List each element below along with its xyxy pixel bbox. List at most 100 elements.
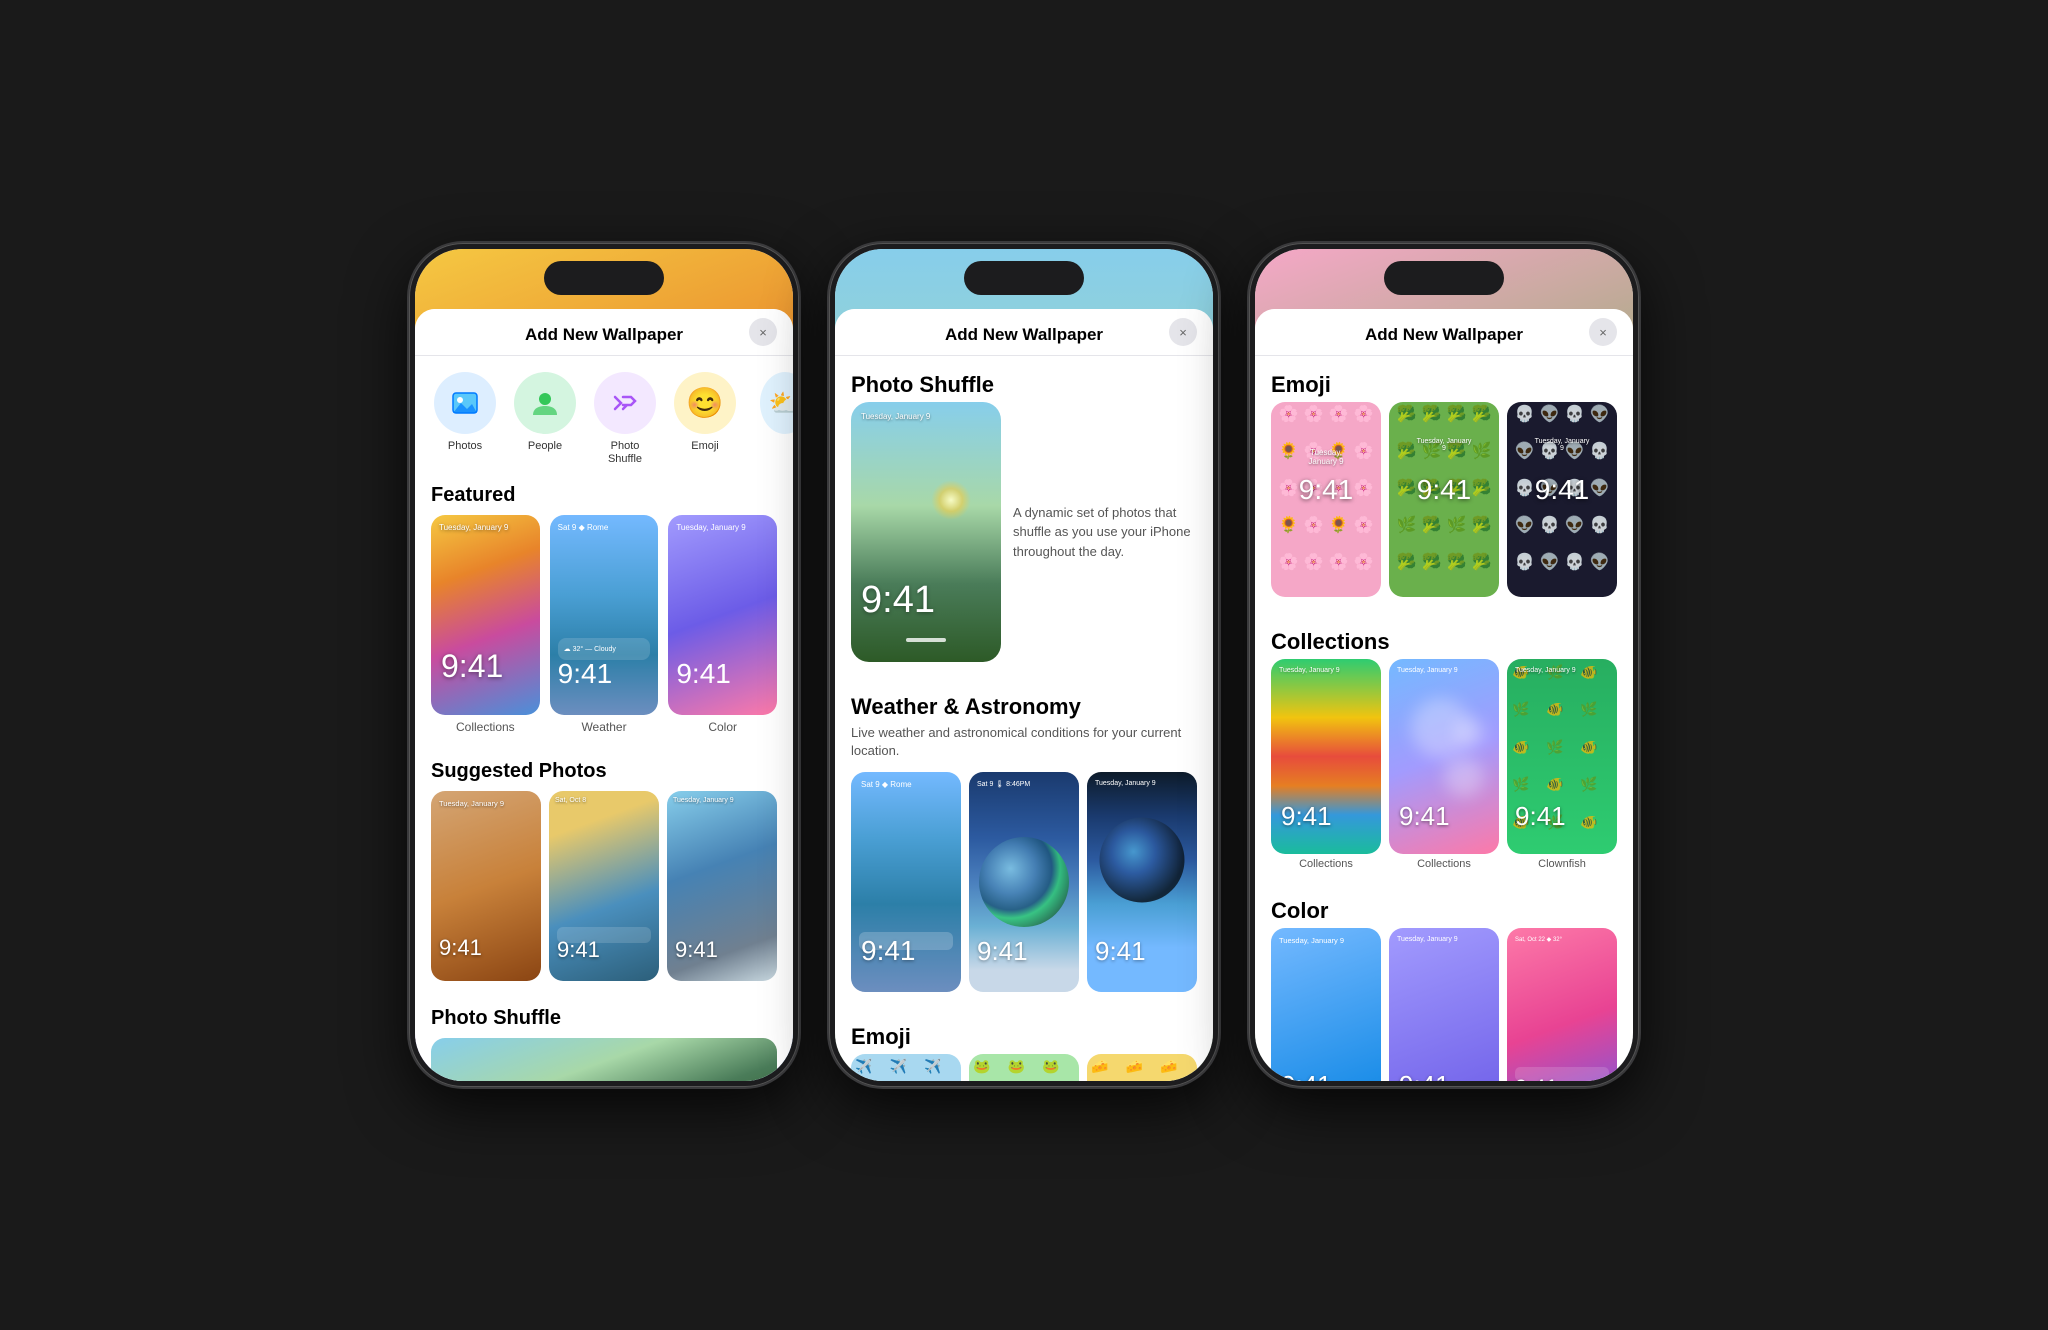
suggested-heading: Suggested Photos	[415, 750, 793, 791]
weather-card-2[interactable]: Sat 9 🌡 8:46PM 9:41	[969, 772, 1079, 992]
wcard-date-2: Sat 9 🌡 8:46PM	[977, 780, 1030, 788]
modal-content-1[interactable]: Photos People Photo Shuffl	[415, 356, 793, 1081]
sun-flare	[931, 480, 971, 520]
coll-bokeh-time: 9:41	[1399, 801, 1450, 832]
emoji-icon-circle: 😊	[674, 372, 736, 434]
cheese-tile: 🧀🧀🧀 🧀🧀🧀 🧀🧀🧀 🧀🧀🧀 🧀🧀🧀	[1087, 1054, 1197, 1081]
icon-item-photos[interactable]: Photos	[425, 372, 505, 466]
modal-content-2[interactable]: Photo Shuffle Tuesday, January 9 9:41 A …	[835, 356, 1213, 1081]
bokeh-3	[1455, 718, 1485, 748]
icon-item-shuffle[interactable]: Photo Shuffle	[585, 372, 665, 466]
modal-title-3: Add New Wallpaper	[1365, 325, 1523, 345]
emoji-flowers-card[interactable]: 🌸🌸🌸🌸 🌻🌸🌻🌸 🌸🌸🌸🌸 🌻🌸🌻🌸 🌸🌸🌸🌸 Tuesday, Januar…	[1271, 402, 1381, 597]
coll-rainbow-card[interactable]: Tuesday, January 9 9:41	[1271, 659, 1381, 854]
weather-widget: ☁ 32° — Cloudy	[558, 638, 651, 660]
photo-time-1: 9:41	[439, 935, 482, 961]
weather-card-1[interactable]: Sat 9 ◆ Rome 9:41	[851, 772, 961, 992]
color-blue-time: 9:41	[1281, 1070, 1332, 1081]
featured-label-3: Color	[668, 715, 777, 734]
featured-weather-date: Sat 9 ◆ Rome	[558, 523, 609, 532]
color-lav-date: Tuesday, January 9	[1397, 936, 1458, 943]
bokeh-2	[1444, 757, 1484, 797]
coll-clownfish-card[interactable]: 🐠🌿🐠 🌿🐠🌿 🐠🌿🐠 🌿🐠🌿 🐠🌿🐠 Tuesday, January 9 9…	[1507, 659, 1617, 854]
icon-row-1: Photos People Photo Shuffl	[415, 356, 793, 474]
color-blue-card[interactable]: Tuesday, January 9 9:41	[1271, 928, 1381, 1081]
photo-date-2: Sat, Oct 8	[555, 797, 586, 804]
shuffle-description-area: A dynamic set of photos that shuffle as …	[1013, 402, 1213, 662]
emoji-card-cheese[interactable]: 🧀🧀🧀 🧀🧀🧀 🧀🧀🧀 🧀🧀🧀 🧀🧀🧀 9:41	[1087, 1054, 1197, 1081]
weather-card-featured[interactable]: Sat 9 ◆ Rome 9:41 ☁ 32° — Cloudy Weather	[550, 515, 659, 734]
p2-weather-title: Weather & Astronomy	[835, 678, 1213, 724]
modal-header-3: Add New Wallpaper ×	[1255, 309, 1633, 356]
dark-earth-visual	[1100, 818, 1185, 903]
scene: Add New Wallpaper × Photos	[409, 243, 1639, 1087]
veggies-time: 9:41	[1417, 474, 1472, 506]
suggested-grid: Tuesday, January 9 9:41 Sat, Oct 8 9:41 …	[415, 791, 793, 997]
shuffle-card-time: 9:41	[861, 579, 935, 622]
weather-icon: ⛅	[769, 388, 793, 419]
photos-label: Photos	[448, 440, 482, 453]
close-button-1[interactable]: ×	[749, 318, 777, 346]
coll-rainbow-date: Tuesday, January 9	[1279, 667, 1340, 674]
featured-heading: Featured	[415, 474, 793, 515]
featured-weather-time: 9:41	[558, 658, 613, 690]
coll-rainbow-time: 9:41	[1281, 801, 1332, 832]
weather-icon-circle: ⛅	[760, 372, 793, 434]
emoji-card-frogs[interactable]: 🐸🐸🐸 🐸🐸🐸 🐸🐸🐸 🐸🐸🐸 🐸🐸🐸 9:41	[969, 1054, 1079, 1081]
p2-weather-desc: Live weather and astronomical conditions…	[835, 724, 1213, 772]
flowers-date: Tuesday, January 9	[1299, 448, 1354, 466]
emoji-card-planes[interactable]: ✈️✈️✈️ ☁️✈️☁️ ✈️✈️✈️ ☁️✈️☁️ ✈️✈️✈️ 9:41	[851, 1054, 961, 1081]
coll-clownfish-date: Tuesday, January 9	[1515, 667, 1576, 674]
featured-label-2: Weather	[550, 715, 659, 734]
icon-item-weather[interactable]: ⛅	[745, 372, 793, 466]
modal-content-3[interactable]: Emoji 🌸🌸🌸🌸 🌻🌸🌻🌸 🌸🌸🌸🌸 🌻🌸🌻🌸 🌸🌸🌸🌸	[1255, 356, 1633, 1081]
photo-time-3: 9:41	[675, 937, 718, 963]
emoji-veggies-card[interactable]: 🥦🥦🥦🥦 🥦🌿🥦🌿 🥦🥦🥦🥦 🌿🥦🌿🥦 🥦🥦🥦🥦 Tuesday, Januar…	[1389, 402, 1499, 597]
coll-clownfish-time: 9:41	[1515, 801, 1566, 832]
phone-2: Add New Wallpaper × Photo Shuffle Tuesda…	[829, 243, 1219, 1087]
home-indicator-shuffle	[906, 638, 946, 642]
photo-cliff[interactable]: Sat, Oct 8 9:41	[549, 791, 659, 981]
photo-dog[interactable]: Tuesday, January 9 9:41	[431, 791, 541, 981]
emoji-icon: 😊	[686, 386, 723, 421]
shuffle-main-card[interactable]: Tuesday, January 9 9:41	[851, 402, 1001, 662]
color-pink-card[interactable]: Sat, Oct 22 ◆ 32° 9:41	[1507, 928, 1617, 1081]
featured-time-1: 9:41	[441, 648, 503, 685]
coll-label-1: Collections	[1271, 858, 1381, 870]
flowers-time: 9:41	[1299, 474, 1354, 506]
featured-grid: Tuesday, January 9 9:41 Collections Sat …	[415, 515, 793, 750]
emoji-skulls-card[interactable]: 💀👽💀👽 👽💀👽💀 💀👽💀👽 👽💀👽💀 💀👽💀👽 Tuesday, Januar…	[1507, 402, 1617, 597]
shuffle-label: Photo Shuffle	[608, 440, 642, 466]
skulls-time: 9:41	[1535, 474, 1590, 506]
photo-shuffle-heading: Photo Shuffle	[415, 997, 793, 1038]
collections-card[interactable]: Tuesday, January 9 9:41 Collections	[431, 515, 540, 734]
color-card-featured[interactable]: Tuesday, January 9 9:41 Color	[668, 515, 777, 734]
p2-shuffle-title: Photo Shuffle	[835, 356, 1213, 402]
coll-bokeh-date: Tuesday, January 9	[1397, 667, 1458, 674]
modal-sheet-1: Add New Wallpaper × Photos	[415, 309, 793, 1081]
weather-widget-text: ☁ 32° — Cloudy	[564, 645, 616, 653]
coll-label-2: Collections	[1389, 858, 1499, 870]
weather-card-3[interactable]: Tuesday, January 9 9:41	[1087, 772, 1197, 992]
icon-item-emoji[interactable]: 😊 Emoji	[665, 372, 745, 466]
p3-color-grid: Tuesday, January 9 9:41 Tuesday, January…	[1255, 928, 1633, 1081]
p2-emoji-title: Emoji	[835, 1008, 1213, 1054]
color-pink-widget	[1515, 1067, 1609, 1081]
modal-sheet-3: Add New Wallpaper × Emoji 🌸🌸🌸🌸 🌻🌸🌻🌸 🌸🌸🌸	[1255, 309, 1633, 1081]
photo-coastal[interactable]: Tuesday, January 9 9:41	[667, 791, 777, 981]
close-button-2[interactable]: ×	[1169, 318, 1197, 346]
notch-3	[1384, 261, 1504, 295]
notch-1	[544, 261, 664, 295]
icon-item-people[interactable]: People	[505, 372, 585, 466]
people-icon-circle	[514, 372, 576, 434]
phone-1: Add New Wallpaper × Photos	[409, 243, 799, 1087]
coll-bokeh-card[interactable]: Tuesday, January 9 9:41	[1389, 659, 1499, 854]
coll-labels: Collections Collections Clownfish	[1255, 858, 1633, 882]
p2-shuffle-section: Tuesday, January 9 9:41 A dynamic set of…	[835, 402, 1213, 678]
featured-color-time: 9:41	[676, 658, 731, 690]
p3-emoji-grid: 🌸🌸🌸🌸 🌻🌸🌻🌸 🌸🌸🌸🌸 🌻🌸🌻🌸 🌸🌸🌸🌸 Tuesday, Januar…	[1255, 402, 1633, 613]
close-button-3[interactable]: ×	[1589, 318, 1617, 346]
color-lavender-card[interactable]: Tuesday, January 9 9:41	[1389, 928, 1499, 1081]
wcard-widget-1	[859, 932, 953, 950]
featured-date-1: Tuesday, January 9	[439, 523, 508, 532]
